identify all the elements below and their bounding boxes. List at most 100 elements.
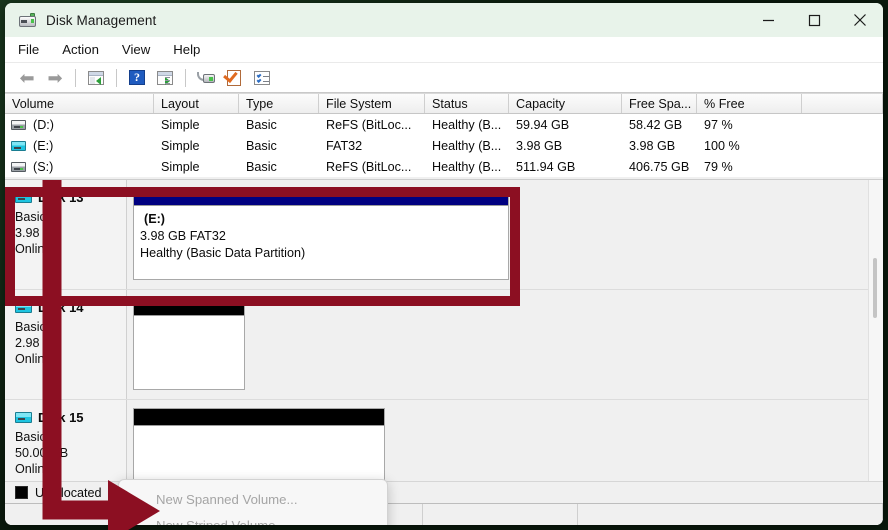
action-list-icon[interactable] (250, 67, 274, 89)
partition-cap (134, 409, 384, 426)
disk-title: Disk 13 (38, 190, 84, 205)
menu-item-new-spanned-volume[interactable]: New Spanned Volume... (119, 486, 387, 512)
disk-size: 50.00 GB (15, 446, 69, 460)
menu-view[interactable]: View (122, 40, 161, 59)
cell-capacity: 59.94 GB (516, 117, 570, 132)
cell-layout: Simple (161, 117, 200, 132)
column-header-layout[interactable]: Layout (154, 94, 239, 113)
back-icon[interactable]: ⬅ (15, 67, 39, 89)
cell-status: Healthy (B... (432, 138, 502, 153)
show-hide-console-tree-icon[interactable] (84, 67, 108, 89)
table-row[interactable]: (D:) Simple Basic ReFS (BitLoc... Health… (5, 114, 883, 135)
disk-cyan-icon (15, 412, 32, 423)
cell-volume: (S:) (33, 159, 54, 174)
maximize-button[interactable] (791, 3, 837, 37)
cell-volume: (D:) (33, 117, 54, 132)
cell-volume: (E:) (33, 138, 54, 153)
cell-status: Healthy (B... (432, 159, 502, 174)
table-row[interactable]: (S:) Simple Basic ReFS (BitLoc... Health… (5, 156, 883, 177)
disk-drive-icon (19, 13, 36, 27)
toolbar-separator (185, 68, 186, 87)
partition-status: Healthy (Basic Data Partition) (140, 246, 306, 260)
disk-info-14: Disk 14 Basic 2.98 GB Online (5, 290, 127, 399)
cell-file-system: FAT32 (326, 138, 363, 153)
properties-icon[interactable] (222, 67, 246, 89)
cell-layout: Simple (161, 138, 200, 153)
column-header-file-system[interactable]: File System (319, 94, 425, 113)
column-header-status[interactable]: Status (425, 94, 509, 113)
partition-e[interactable]: (E:) 3.98 GB FAT32 Healthy (Basic Data P… (133, 188, 509, 280)
cell-file-system: ReFS (BitLoc... (326, 159, 412, 174)
minimize-button[interactable] (745, 3, 791, 37)
cell-percent-free: 100 % (704, 138, 740, 153)
volume-list: Volume Layout Type File System Status Ca… (5, 93, 883, 180)
cell-capacity: 511.94 GB (516, 159, 576, 174)
table-row[interactable]: (E:) Simple Basic FAT32 Healthy (B... 3.… (5, 135, 883, 156)
disk-bars-13: (E:) 3.98 GB FAT32 Healthy (Basic Data P… (127, 180, 883, 289)
column-header-filler[interactable] (802, 94, 883, 113)
disk-state: Online (15, 242, 52, 256)
partition-label: (E:) (144, 212, 165, 226)
cell-type: Basic (246, 117, 277, 132)
disk-pane-scrollbar[interactable] (868, 180, 883, 525)
menu-item-new-striped-volume[interactable]: New Striped Volume... (119, 512, 387, 526)
cell-type: Basic (246, 159, 277, 174)
cell-type: Basic (246, 138, 277, 153)
disk-type: Basic (15, 320, 46, 334)
scrollbar-thumb[interactable] (873, 258, 877, 318)
menu-bar: File Action View Help (5, 37, 883, 63)
cell-free-space: 58.42 GB (629, 117, 683, 132)
status-cell-3 (578, 504, 883, 525)
disk-type: Basic (15, 210, 46, 224)
column-header-percent-free[interactable]: % Free (697, 94, 802, 113)
cell-status: Healthy (B... (432, 117, 502, 132)
disk-size: 3.98 GB (15, 226, 62, 240)
menu-file[interactable]: File (18, 40, 50, 59)
column-header-free-space[interactable]: Free Spa... (622, 94, 697, 113)
disk-row-14[interactable]: Disk 14 Basic 2.98 GB Online (5, 290, 883, 400)
cell-percent-free: 79 % (704, 159, 733, 174)
cell-free-space: 3.98 GB (629, 138, 676, 153)
window-title: Disk Management (46, 12, 157, 28)
disk-state: Online (15, 462, 52, 476)
disk-row-13[interactable]: Disk 13 Basic 3.98 GB Online (E:) 3.98 G… (5, 180, 883, 290)
disk-context-menu[interactable]: New Spanned Volume... New Striped Volume… (118, 479, 388, 525)
disk-cyan-icon (15, 302, 32, 313)
close-button[interactable] (837, 3, 883, 37)
unallocated-swatch (15, 486, 28, 499)
cell-free-space: 406.75 GB (629, 159, 690, 174)
disk-info-13: Disk 13 Basic 3.98 GB Online (5, 180, 127, 289)
disk-title: Disk 15 (38, 410, 84, 425)
disk-bars-14 (127, 290, 883, 399)
partition-unallocated[interactable] (133, 298, 245, 390)
disk-cyan-icon (11, 140, 26, 151)
rescan-disks-icon[interactable] (194, 67, 218, 89)
show-hide-action-pane-icon[interactable] (153, 67, 177, 89)
disk-grey-icon (11, 119, 26, 130)
graphical-disk-pane: Disk 13 Basic 3.98 GB Online (E:) 3.98 G… (5, 180, 883, 525)
partition-cap (134, 189, 508, 206)
disk-grey-icon (11, 161, 26, 172)
disk-state: Online (15, 352, 52, 366)
toolbar-separator (75, 68, 76, 87)
column-header-volume[interactable]: Volume (5, 94, 154, 113)
partition-size-fs: 3.98 GB FAT32 (140, 229, 226, 243)
disk-type: Basic (15, 430, 46, 444)
disk-cyan-icon (15, 192, 32, 203)
column-header-type[interactable]: Type (239, 94, 319, 113)
toolbar-separator (116, 68, 117, 87)
toolbar: ⬅ ➡ ? (5, 63, 883, 93)
help-icon[interactable]: ? (125, 67, 149, 89)
partition-cap (134, 299, 244, 316)
cell-file-system: ReFS (BitLoc... (326, 117, 412, 132)
disk-management-window: Disk Management File Action View Help ⬅ … (5, 3, 883, 525)
forward-icon[interactable]: ➡ (43, 67, 67, 89)
legend-label: Unallocated (35, 485, 102, 500)
column-header-capacity[interactable]: Capacity (509, 94, 622, 113)
cell-percent-free: 97 % (704, 117, 733, 132)
cell-capacity: 3.98 GB (516, 138, 563, 153)
menu-action[interactable]: Action (62, 40, 110, 59)
status-cell-2 (423, 504, 578, 525)
menu-help[interactable]: Help (173, 40, 211, 59)
cell-layout: Simple (161, 159, 200, 174)
